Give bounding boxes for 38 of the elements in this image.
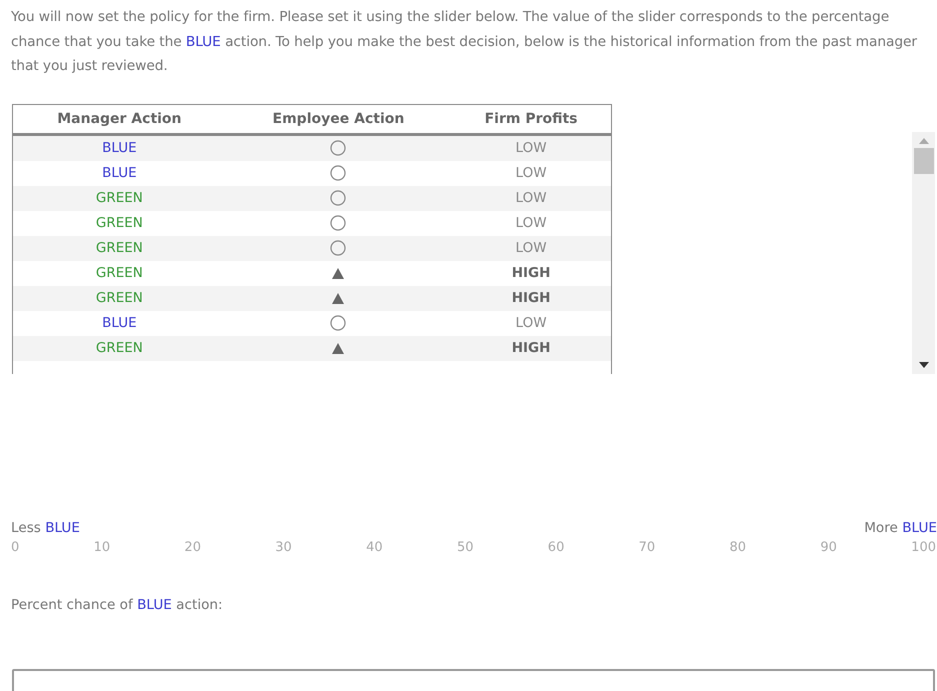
table-cell: BLUE	[13, 160, 226, 186]
table-cell: LOW	[451, 310, 611, 336]
table-cell: LOW	[451, 186, 611, 210]
table-cell: GREEN	[13, 236, 226, 260]
table-cell: LOW	[451, 160, 611, 186]
tick-label: 50	[456, 540, 474, 554]
table-cell: HIGH	[451, 336, 611, 360]
percent-input-field[interactable]	[12, 668, 935, 691]
table-cell: HIGH	[451, 286, 611, 310]
table-cell: LOW	[451, 236, 611, 260]
tick-label: 40	[366, 540, 383, 554]
table-cell: GREEN	[13, 336, 226, 360]
tick-label: 10	[94, 540, 110, 554]
table-cell: GREEN	[13, 186, 226, 210]
table-cell: GREEN	[13, 210, 226, 236]
table-cell: BLUE	[13, 310, 226, 336]
scroll-down-icon[interactable]	[918, 362, 928, 368]
table-cell: HIGH	[451, 260, 611, 286]
instructions-text: You will now set the policy for the firm. Please set it using the slider below. The value of the slider corresponds to the percentage chance that you take the BLUE action. To help you make the best decision, below is the historical information from the past manager that you just reviewed.	[10, 8, 918, 76]
table-cell: LOW	[451, 210, 611, 236]
table-cell: LOW	[451, 134, 611, 160]
tick-label: 60	[548, 540, 564, 554]
table-cell: BLUE	[13, 134, 226, 160]
tick-label: 0	[11, 540, 20, 554]
tick-label: 100	[911, 540, 936, 554]
scroll-up-icon[interactable]	[918, 138, 928, 144]
tick-label: 80	[729, 540, 746, 554]
percent-label: Percent chance of BLUE action:	[11, 596, 223, 612]
tick-label: 30	[275, 540, 292, 554]
slider-max-label: More BLUE	[864, 520, 937, 536]
tick-label: 70	[638, 540, 656, 554]
tick-label: 90	[820, 540, 837, 554]
scrollbar[interactable]	[912, 132, 935, 374]
table-cell: GREEN	[13, 286, 226, 310]
tick-label: 20	[184, 540, 201, 554]
slider-min-label: Less BLUE	[11, 520, 80, 536]
scrollbar-thumb[interactable]	[914, 148, 934, 174]
table-cell: GREEN	[13, 260, 226, 286]
